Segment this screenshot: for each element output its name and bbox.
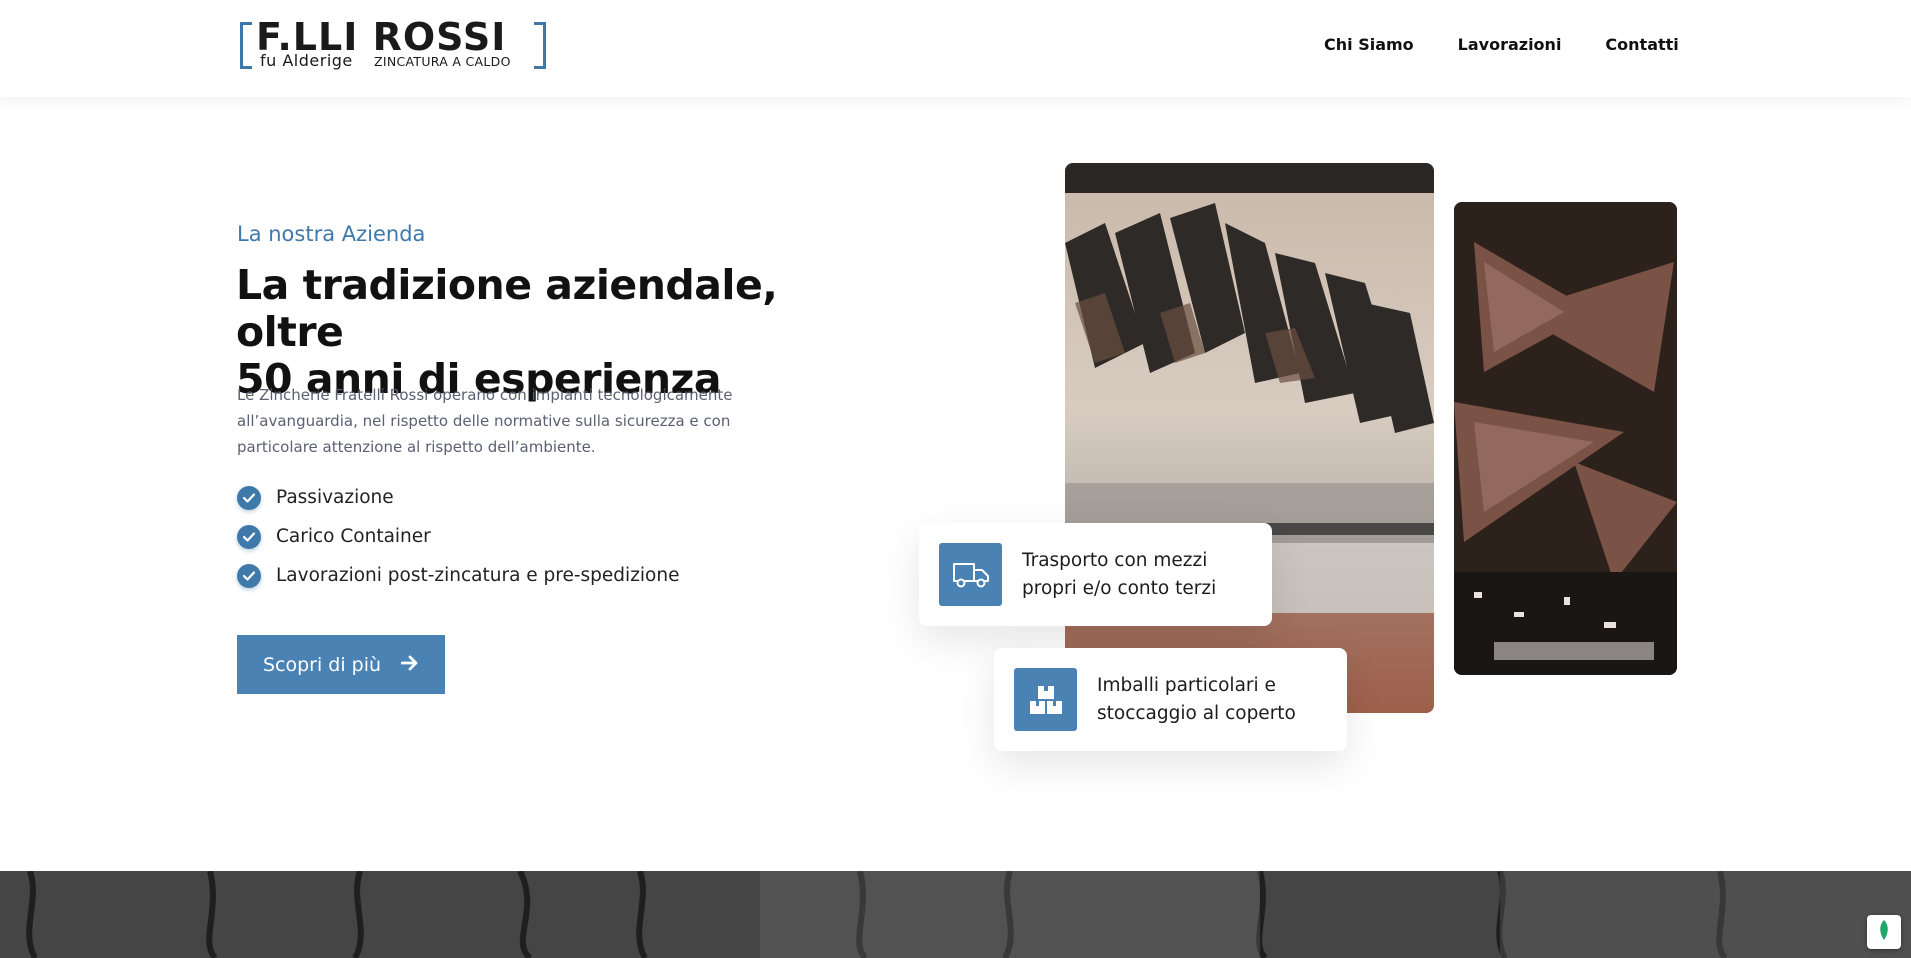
truck-icon (939, 543, 1002, 606)
factory-photo-hanging-parts (1065, 163, 1434, 713)
feature-text: Trasporto con mezzi propri e/o conto ter… (1022, 547, 1252, 603)
feature-line2: propri e/o conto terzi (1022, 577, 1217, 599)
main-nav: Chi Siamo Lavorazioni Contatti (1324, 35, 1679, 54)
logo-bracket-left (240, 22, 252, 69)
cta-label: Scopri di più (262, 653, 382, 676)
feature-card-packaging: Imballi particolari e stoccaggio al cope… (994, 648, 1347, 751)
section-eyebrow: La nostra Azienda (237, 222, 426, 246)
check-icon (237, 485, 261, 510)
feature-card-transport: Trasporto con mezzi propri e/o conto ter… (919, 523, 1272, 626)
rusty-parts-photo (1454, 202, 1677, 675)
list-item: Passivazione (237, 478, 679, 517)
nav-item-chi-siamo[interactable]: Chi Siamo (1324, 35, 1414, 54)
discover-more-button[interactable]: Scopri di più (237, 635, 445, 694)
check-icon (237, 563, 261, 588)
feature-text: Imballi particolari e stoccaggio al cope… (1097, 672, 1327, 728)
hero-description: Le Zincherie Fratelli Rossi operano con … (237, 386, 733, 456)
feature-line1: Imballi particolari e (1097, 674, 1276, 696)
nav-item-lavorazioni[interactable]: Lavorazioni (1458, 35, 1562, 54)
logo[interactable]: F.LLI ROSSI fu Alderige ZINCATURA A CALD… (238, 16, 546, 71)
logo-tagline-left: fu Alderige (260, 51, 353, 70)
feature-line2: stoccaggio al coperto (1097, 702, 1296, 724)
consent-leaf-icon (1877, 919, 1891, 946)
feature-checklist: Passivazione Carico Container Lavorazion… (237, 478, 679, 595)
boxes-icon (1014, 668, 1077, 731)
checklist-label: Passivazione (276, 487, 394, 508)
list-item: Lavorazioni post-zincatura e pre-spedizi… (237, 556, 679, 595)
next-section-banner (0, 871, 1911, 958)
checklist-label: Carico Container (276, 526, 431, 547)
logo-tagline-right: ZINCATURA A CALDO (374, 54, 511, 69)
nav-item-contatti[interactable]: Contatti (1605, 35, 1678, 54)
checklist-label: Lavorazioni post-zincatura e pre-spedizi… (276, 565, 680, 586)
check-icon (237, 524, 261, 549)
logo-bracket-right (534, 22, 546, 69)
list-item: Carico Container (237, 517, 679, 556)
arrow-right-icon (400, 654, 419, 676)
site-header: F.LLI ROSSI fu Alderige ZINCATURA A CALD… (0, 0, 1911, 97)
feature-line1: Trasporto con mezzi (1022, 549, 1208, 571)
cookie-consent-button[interactable] (1867, 915, 1901, 949)
hero-headline-line1: La tradizione aziendale, oltre (236, 261, 778, 356)
